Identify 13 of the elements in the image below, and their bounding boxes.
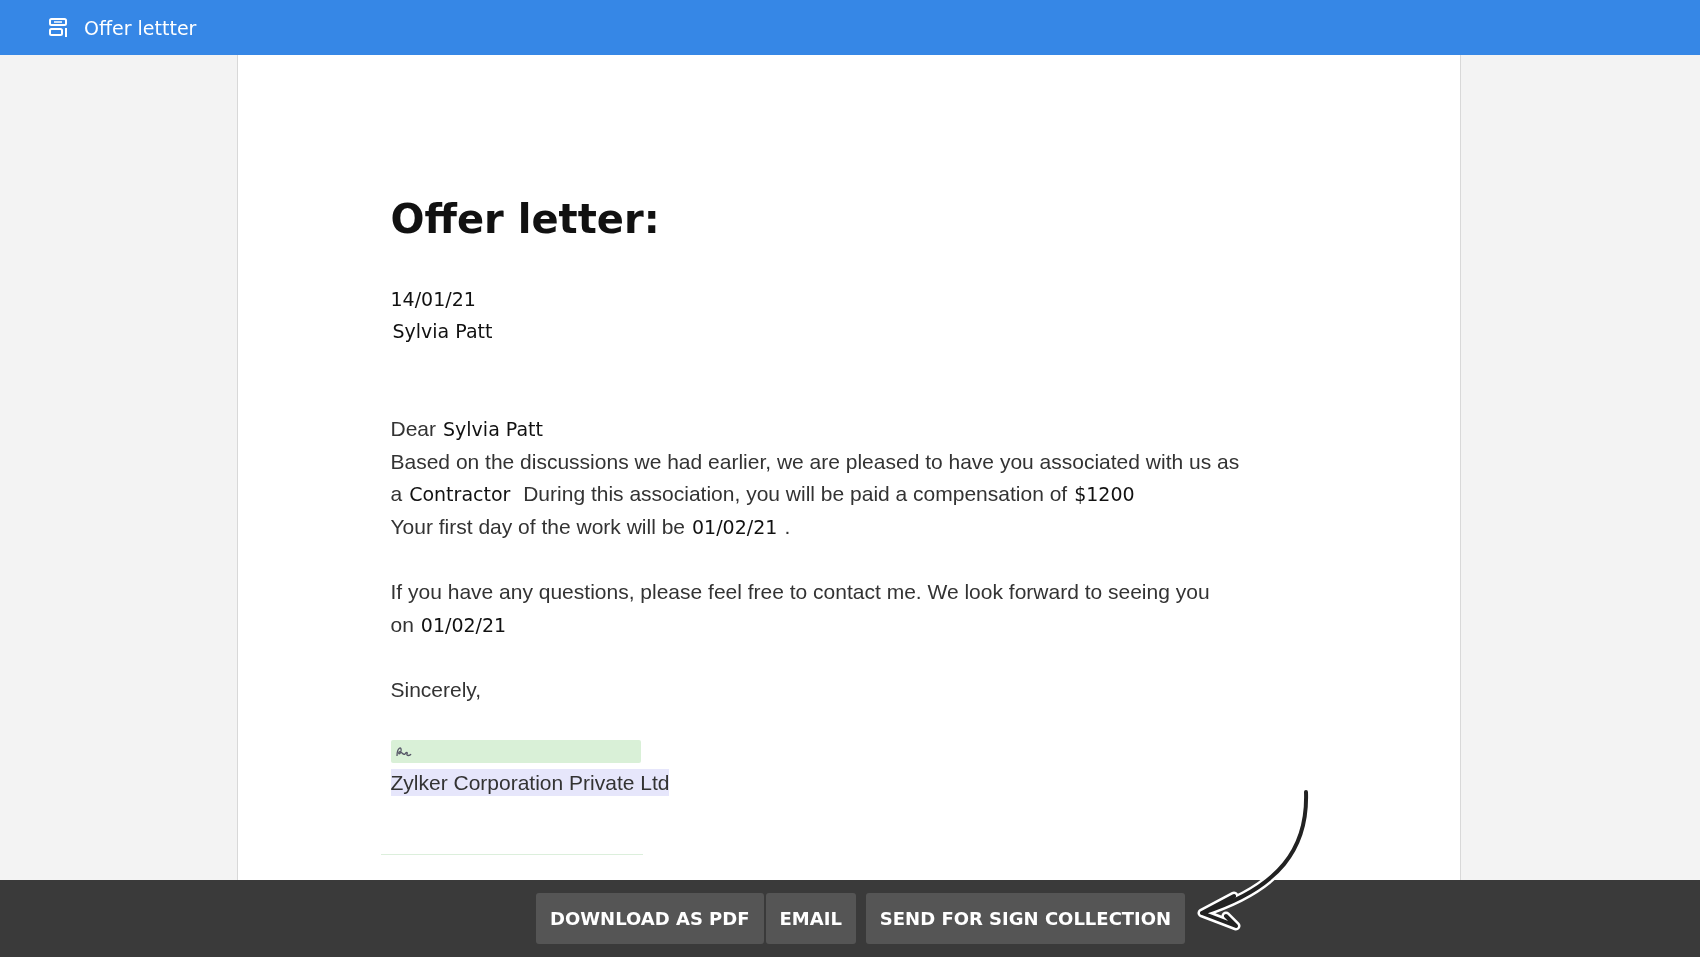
action-button[interactable]: DOWNLOAD AS PDF <box>536 893 764 944</box>
company-name: Zylker Corporation Private Ltd <box>390 768 670 796</box>
letter-text: If you have any questions, please feel free to contact me. We look forward to seeing you on 01/02/21 <box>390 579 1211 638</box>
window-title: Offer lettter <box>84 16 197 39</box>
letter-heading: Offer letter: <box>390 195 660 243</box>
letter-date: 14/01/21 <box>390 287 476 312</box>
letter-text: Based on the discussions we had earlier, we are pleased to have you associated with us as a Contractor During this association, you will be paid a compensation of $1200 <box>390 448 1241 507</box>
letter-text: Dear Sylvia Patt <box>390 416 544 442</box>
letter-text: Sincerely, <box>390 677 483 703</box>
letter-text: Your first day of the work will be 01/02/21 . <box>390 513 792 540</box>
recipient-name: Sylvia Patt <box>392 319 493 344</box>
action-button[interactable]: SEND FOR SIGN COLLECTION <box>865 893 1186 944</box>
action-button[interactable]: EMAIL <box>765 893 856 944</box>
